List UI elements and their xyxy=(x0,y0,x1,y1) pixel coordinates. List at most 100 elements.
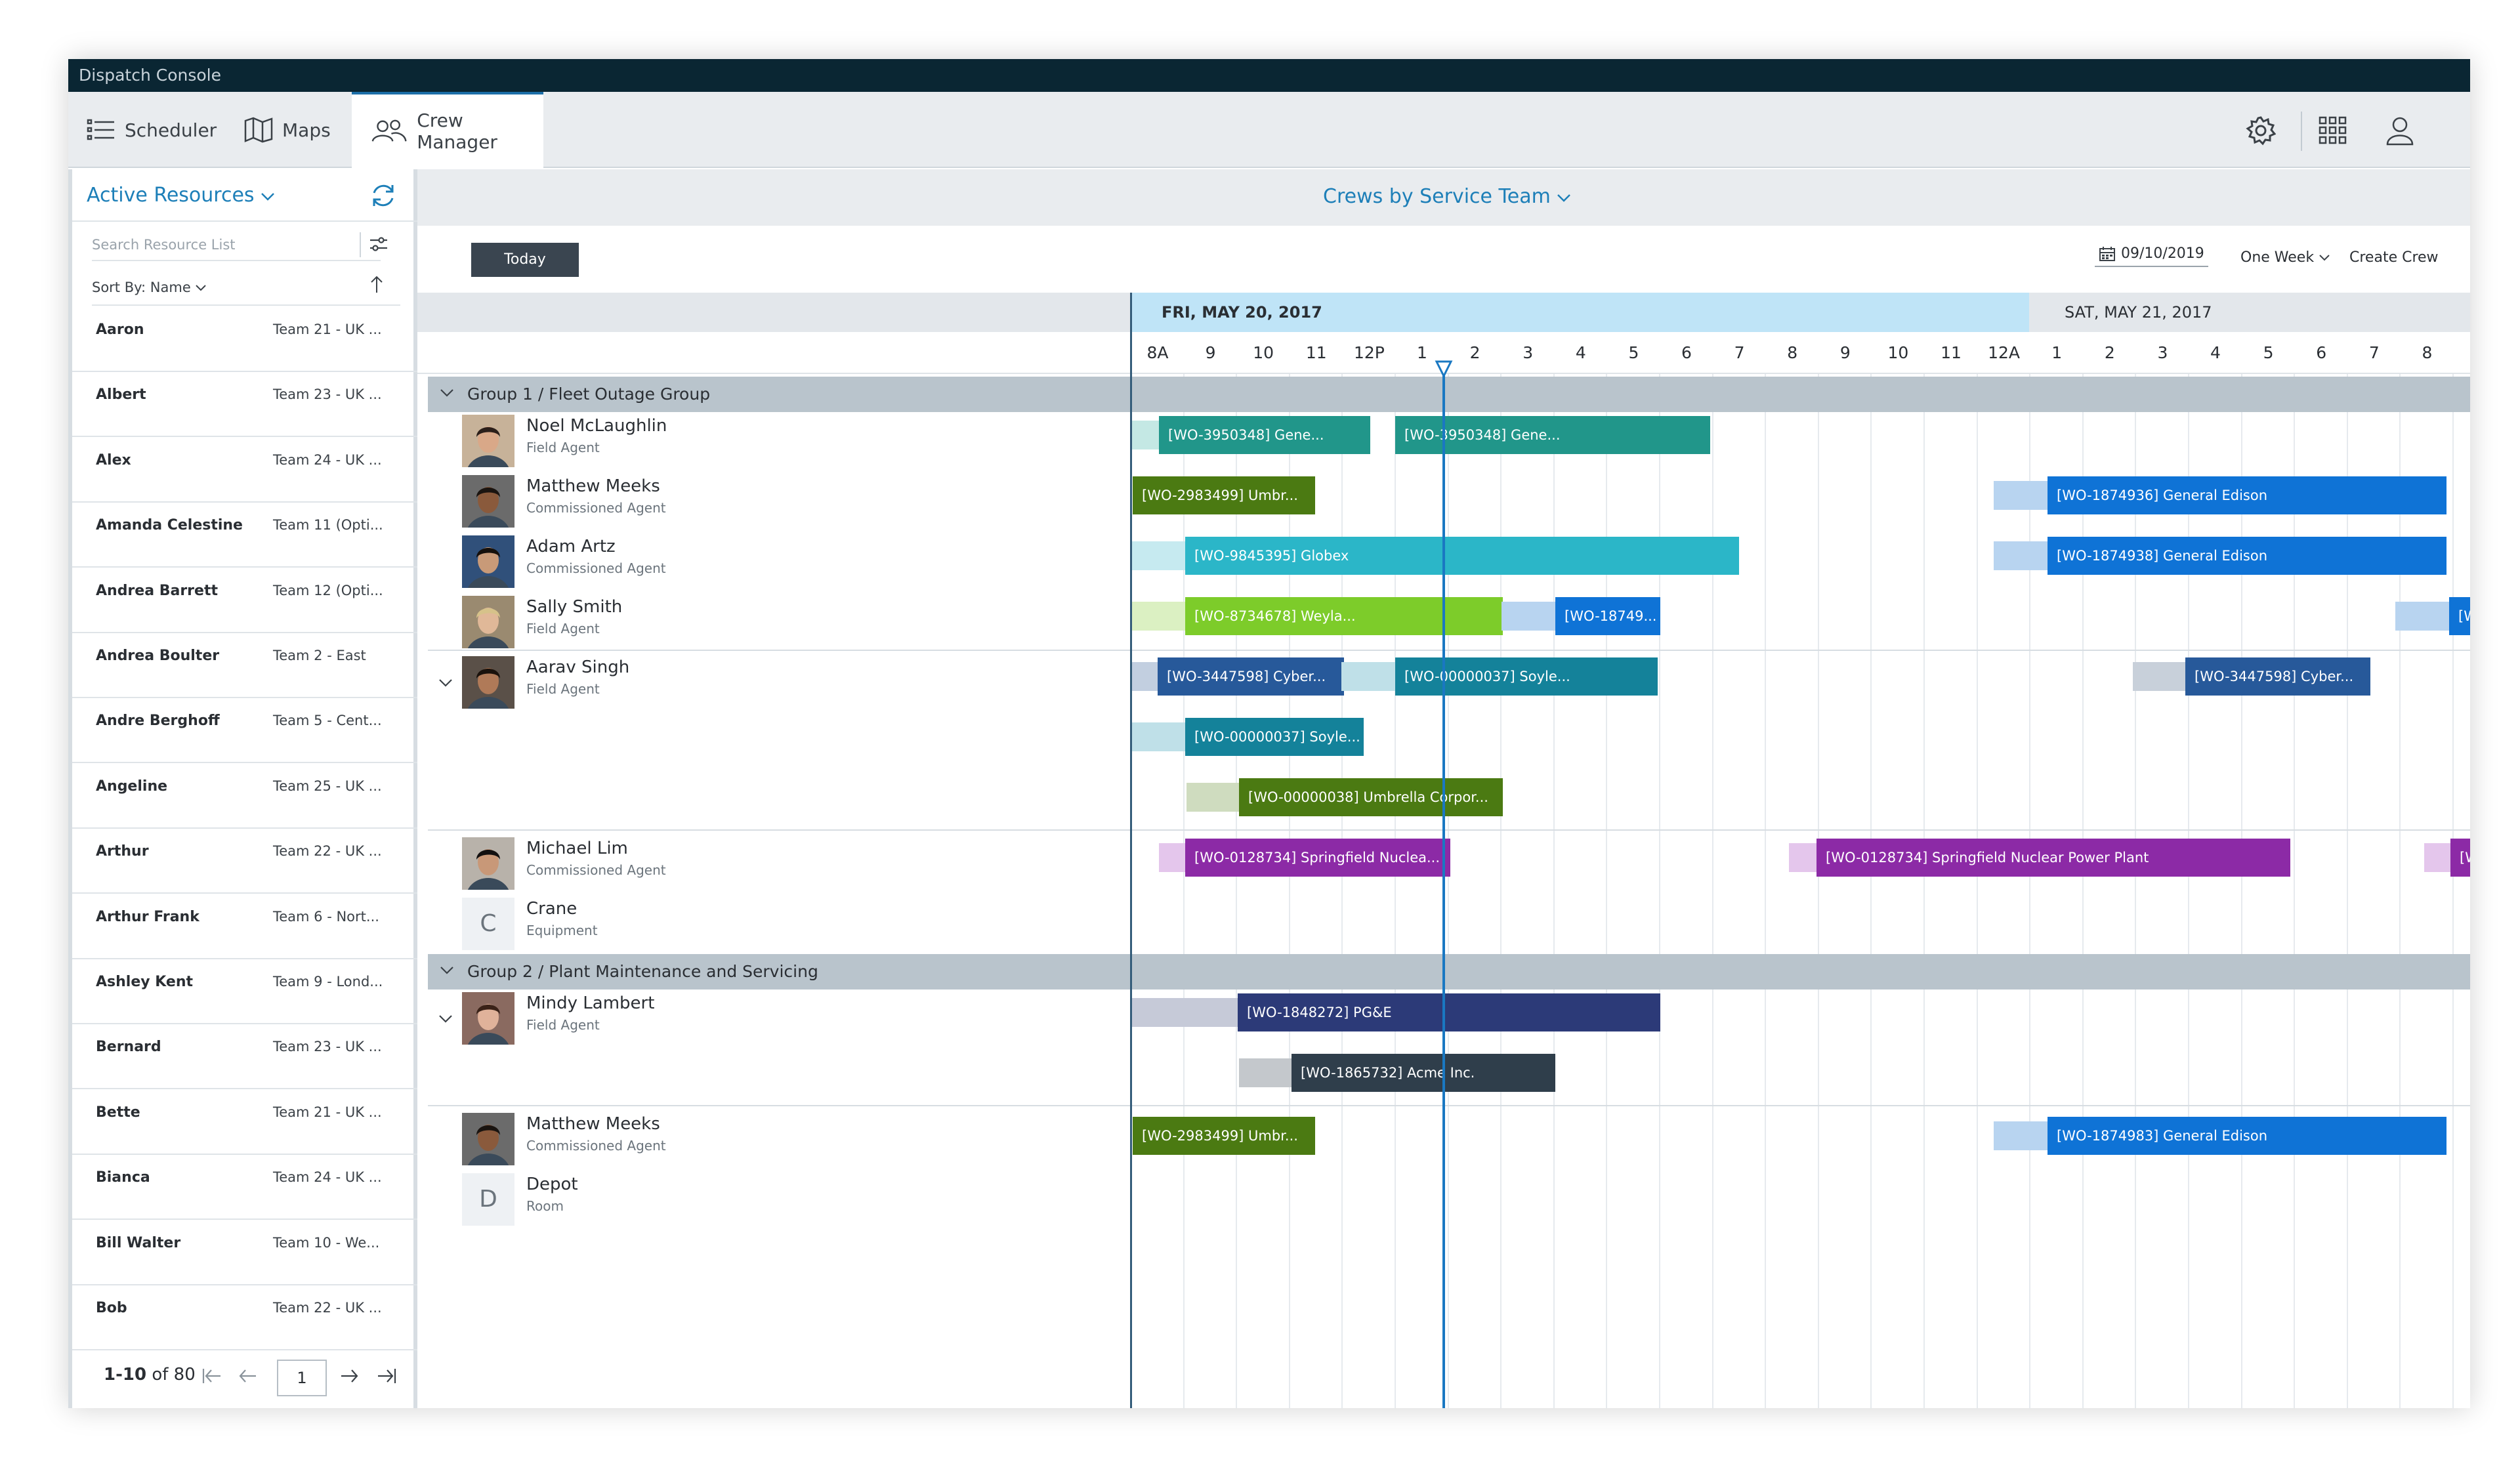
work-order-bar[interactable]: [WO-3950348] Gene... xyxy=(1159,416,1370,454)
travel-time-block xyxy=(1131,421,1159,449)
chevron-down-icon[interactable] xyxy=(438,678,453,688)
work-order-bar[interactable]: [WO-00000038] Umbrella Corpor... xyxy=(1239,778,1503,816)
gear-icon[interactable] xyxy=(2246,115,2276,146)
grid-line xyxy=(1236,374,1238,1408)
apps-grid-icon[interactable] xyxy=(2318,115,2348,146)
refresh-icon[interactable] xyxy=(369,181,398,210)
hour-label: 12P xyxy=(1353,343,1385,362)
work-order-label: [WO-9845395] Globex xyxy=(1194,548,1349,564)
work-order-bar[interactable]: [WO-00000037] Soyle... xyxy=(1395,657,1658,696)
search-input[interactable]: Search Resource List xyxy=(92,228,381,261)
work-order-label: [WO-2983499] Umbr... xyxy=(1142,1128,1298,1144)
resource-item[interactable]: Arthur Team 22 - UK ... xyxy=(72,829,417,894)
resource-item[interactable]: Andre Berghoff Team 5 - Cent... xyxy=(72,698,417,764)
panel-header: Active Resources xyxy=(72,169,417,222)
resource-item[interactable]: Angeline Team 25 - UK ... xyxy=(72,764,417,829)
tab-maps[interactable]: Maps xyxy=(244,92,343,168)
work-order-bar[interactable]: [WO-0128734] Springfield Nuclear Power P… xyxy=(1816,839,2290,877)
chevron-down-icon[interactable] xyxy=(438,1014,453,1024)
work-order-bar[interactable]: [WO-3447598] Cyber... xyxy=(2185,657,2370,696)
resources-title: Active Resources xyxy=(87,184,255,207)
resource-team: Team 22 - UK ... xyxy=(273,1300,382,1316)
crew-name[interactable]: Noel McLaughlin xyxy=(526,416,667,436)
work-order-bar[interactable]: [WO-0128734] Spring xyxy=(2450,839,2470,877)
hour-label: 9 xyxy=(1205,343,1216,362)
first-page-icon[interactable] xyxy=(201,1366,223,1386)
resource-team: Team 21 - UK ... xyxy=(273,322,382,337)
filter-sliders-icon[interactable] xyxy=(369,236,388,252)
tab-crew-manager[interactable]: Crew Manager xyxy=(352,92,543,168)
crew-name[interactable]: Depot xyxy=(526,1175,578,1194)
tab-label: Scheduler xyxy=(125,119,217,141)
work-order-bar[interactable]: [WO-18749... xyxy=(1555,597,1660,635)
tab-label: Crew Manager xyxy=(417,110,497,153)
crew-name[interactable]: Adam Artz xyxy=(526,537,616,556)
today-button[interactable]: Today xyxy=(471,243,579,277)
crew-name[interactable]: Michael Lim xyxy=(526,839,628,858)
grid-line xyxy=(2082,374,2084,1408)
crew-name[interactable]: Sally Smith xyxy=(526,597,622,617)
avatar xyxy=(462,992,514,1045)
work-order-bar[interactable]: [WO-00000037] Soyle... xyxy=(1185,718,1364,756)
resource-item[interactable]: Bette Team 21 - UK ... xyxy=(72,1090,417,1155)
resource-item[interactable]: Amanda Celestine Team 11 (Opti... xyxy=(72,503,417,568)
work-order-bar[interactable]: [WO-2983499] Umbr... xyxy=(1133,1117,1315,1155)
user-icon[interactable] xyxy=(2385,115,2415,146)
group-header[interactable]: Group 1 / Fleet Outage Group xyxy=(428,377,2470,412)
work-order-bar[interactable]: [WO-9845395] Globex xyxy=(1185,537,1739,575)
day-header-sat: SAT, MAY 21, 2017 xyxy=(2029,293,2470,332)
resource-item[interactable]: Bernard Team 23 - UK ... xyxy=(72,1024,417,1090)
view-selector[interactable]: Crews by Service Team xyxy=(1323,185,1571,208)
crew-name[interactable]: Matthew Meeks xyxy=(526,476,660,496)
nav-divider xyxy=(2301,112,2302,151)
grid-line xyxy=(1183,374,1185,1408)
resource-item[interactable]: Bianca Team 24 - UK ... xyxy=(72,1155,417,1220)
resource-item[interactable]: Aaron Team 21 - UK ... xyxy=(72,307,417,372)
sort-divider xyxy=(92,304,400,306)
work-order-bar[interactable]: [WO-1874983] General Edison xyxy=(2048,1117,2446,1155)
resources-dropdown[interactable]: Active Resources xyxy=(87,184,275,207)
avatar: D xyxy=(462,1173,514,1226)
hour-label: 3 xyxy=(2157,343,2168,362)
work-order-bar[interactable]: [WO-8734678] Weyla... xyxy=(1185,597,1503,635)
range-dropdown[interactable]: One Week xyxy=(2240,249,2330,266)
crew-name[interactable]: Mindy Lambert xyxy=(526,993,654,1013)
resource-team: Team 22 - UK ... xyxy=(273,843,382,860)
resource-item[interactable]: Bill Walter Team 10 - We... xyxy=(72,1220,417,1285)
resource-item[interactable]: Albert Team 23 - UK ... xyxy=(72,372,417,438)
crew-name[interactable]: Matthew Meeks xyxy=(526,1114,660,1134)
work-order-bar[interactable]: [WO-1865732] Acme Inc. xyxy=(1292,1054,1555,1092)
resource-item[interactable]: Arthur Frank Team 6 - Nort... xyxy=(72,894,417,959)
grid-line xyxy=(1288,374,1290,1408)
tab-scheduler[interactable]: Scheduler xyxy=(87,92,244,168)
work-order-bar[interactable]: [WO-0128734] Springfield Nuclea... xyxy=(1185,839,1450,877)
create-crew-link[interactable]: Create Crew xyxy=(2349,249,2439,266)
grid-line xyxy=(1395,374,1396,1408)
grid-line xyxy=(2135,374,2137,1408)
work-order-bar[interactable]: [WO-1848272] PG&E xyxy=(1238,993,1660,1031)
work-order-bar[interactable]: [WO-2983499] Umbr... xyxy=(1133,476,1315,514)
work-order-bar[interactable]: [WO-3447598] Cyber... xyxy=(1158,657,1344,696)
crew-name[interactable]: Crane xyxy=(526,899,577,919)
prev-page-icon[interactable] xyxy=(238,1366,257,1386)
last-page-icon[interactable] xyxy=(375,1366,398,1386)
sort-ascending-icon[interactable] xyxy=(369,274,385,294)
next-page-icon[interactable] xyxy=(340,1366,360,1386)
resource-item[interactable]: Andrea Boulter Team 2 - East xyxy=(72,633,417,698)
sort-dropdown[interactable]: Sort By: Name xyxy=(92,280,207,295)
work-order-bar[interactable]: [WO-1874938] General Edison xyxy=(2048,537,2446,575)
crew-name[interactable]: Aarav Singh xyxy=(526,657,629,677)
work-order-bar[interactable]: [WO-1874936] xyxy=(2449,597,2470,635)
hour-label: 2 xyxy=(1469,343,1480,362)
chevron-down-icon[interactable] xyxy=(440,966,454,975)
page-number-input[interactable]: 1 xyxy=(277,1360,327,1396)
date-picker[interactable]: 09/10/2019 xyxy=(2095,245,2208,267)
travel-time-block xyxy=(1994,541,2048,570)
resource-item[interactable]: Bob Team 22 - UK ... xyxy=(72,1285,417,1350)
resource-item[interactable]: Alex Team 24 - UK ... xyxy=(72,438,417,503)
resource-item[interactable]: Ashley Kent Team 9 - Lond... xyxy=(72,959,417,1024)
chevron-down-icon[interactable] xyxy=(440,388,454,398)
group-header[interactable]: Group 2 / Plant Maintenance and Servicin… xyxy=(428,954,2470,989)
resource-item[interactable]: Andrea Barrett Team 12 (Opti... xyxy=(72,568,417,633)
work-order-bar[interactable]: [WO-1874936] General Edison xyxy=(2048,476,2446,514)
